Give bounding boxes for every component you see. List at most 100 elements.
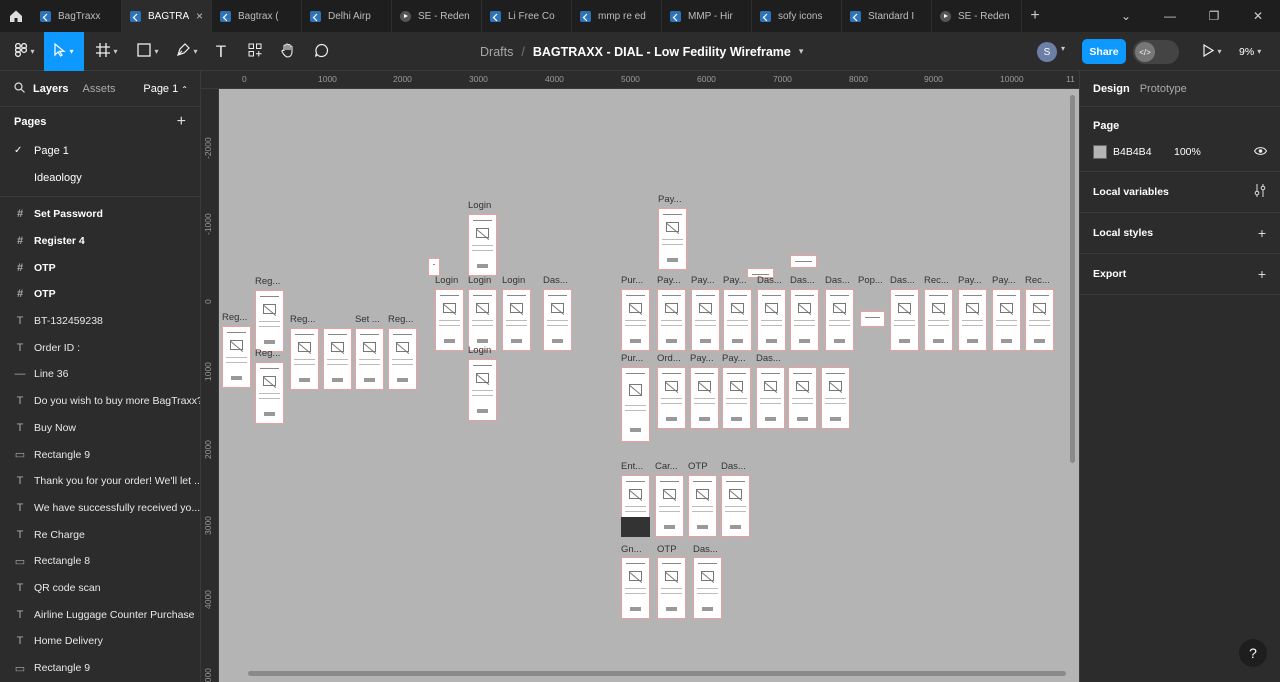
frame-label[interactable]: Pay... <box>722 353 746 364</box>
minimize-icon[interactable]: — <box>1148 0 1192 32</box>
frame-label[interactable]: Set ... <box>355 314 380 325</box>
new-tab-button[interactable]: + <box>1022 7 1048 25</box>
frame-label[interactable]: Pur... <box>621 275 643 286</box>
search-icon[interactable] <box>14 81 25 96</box>
wireframe-frame[interactable] <box>657 367 686 429</box>
layer-item[interactable]: T We have successfully received yo... <box>0 495 200 522</box>
wireframe-frame[interactable] <box>1025 289 1054 351</box>
wireframe-frame[interactable] <box>255 290 284 352</box>
layer-item[interactable]: T Re Charge <box>0 521 200 548</box>
frame-label[interactable]: Das... <box>756 353 781 364</box>
wireframe-frame[interactable] <box>693 557 722 619</box>
wireframe-frame[interactable] <box>924 289 953 351</box>
wireframe-frame[interactable] <box>958 289 987 351</box>
frame-label[interactable]: Login <box>502 275 525 286</box>
add-page-icon[interactable]: + <box>177 113 186 131</box>
wireframe-frame[interactable] <box>655 475 684 537</box>
frame-label[interactable]: Das... <box>543 275 568 286</box>
frame-tool-button[interactable]: ▾ <box>90 32 124 71</box>
main-menu-button[interactable]: ▾ <box>8 32 42 71</box>
frame-label[interactable]: Login <box>435 275 458 286</box>
layer-item[interactable]: # Set Password <box>0 201 200 228</box>
wireframe-frame[interactable] <box>690 367 719 429</box>
wireframe-frame[interactable] <box>323 328 352 390</box>
browser-tab[interactable]: MMP - Hir <box>662 0 752 32</box>
frame-label[interactable]: Das... <box>825 275 850 286</box>
frame-label[interactable]: Das... <box>790 275 815 286</box>
browser-tab[interactable]: Standard I <box>842 0 932 32</box>
popup-frame[interactable] <box>428 258 440 276</box>
wireframe-frame[interactable] <box>825 289 854 351</box>
wireframe-frame[interactable] <box>468 359 497 421</box>
layer-item[interactable]: T Buy Now <box>0 415 200 442</box>
layer-item[interactable]: T QR code scan <box>0 575 200 602</box>
design-tab[interactable]: Design <box>1093 83 1130 95</box>
eye-icon[interactable] <box>1253 145 1268 160</box>
wireframe-frame[interactable] <box>222 326 251 388</box>
frame-label[interactable]: Pay... <box>658 194 682 205</box>
assets-tab[interactable]: Assets <box>82 83 115 95</box>
pen-tool-button[interactable]: ▾ <box>170 32 204 71</box>
drafts-link[interactable]: Drafts <box>480 45 513 59</box>
frame-label[interactable]: Rec... <box>924 275 949 286</box>
frame-label[interactable]: Pay... <box>958 275 982 286</box>
wireframe-frame[interactable] <box>657 557 686 619</box>
frame-label[interactable]: Reg... <box>388 314 413 325</box>
layer-item[interactable]: # OTP <box>0 281 200 308</box>
chevron-down-icon[interactable]: ▾ <box>799 46 804 57</box>
page-color-hex[interactable]: B4B4B4 <box>1113 146 1152 158</box>
restore-icon[interactable]: ❐ <box>1192 0 1236 32</box>
frame-label[interactable]: Car... <box>655 461 678 472</box>
page-item[interactable]: Ideaology <box>0 164 200 191</box>
layer-item[interactable]: ▭ Rectangle 8 <box>0 548 200 575</box>
page-opacity[interactable]: 100% <box>1174 146 1201 158</box>
wireframe-frame[interactable] <box>468 214 497 276</box>
frame-label[interactable]: Reg... <box>290 314 315 325</box>
frame-label[interactable]: Das... <box>757 275 782 286</box>
local-variables-row[interactable]: Local variables <box>1080 172 1280 213</box>
frame-label[interactable]: Ent... <box>621 461 643 472</box>
wireframe-frame[interactable] <box>658 208 687 270</box>
layer-item[interactable]: — Line 36 <box>0 361 200 388</box>
browser-tab[interactable]: BAGTRAXX × <box>122 0 212 32</box>
close-tab-icon[interactable]: × <box>196 9 203 23</box>
plus-icon[interactable]: + <box>1258 225 1266 241</box>
browser-tab[interactable]: BagTraxx <box>32 0 122 32</box>
vertical-scrollbar[interactable] <box>1070 95 1075 463</box>
plus-icon[interactable]: + <box>1258 266 1266 282</box>
frame-label[interactable]: OTP <box>688 461 708 472</box>
wireframe-frame[interactable] <box>355 328 384 390</box>
frame-label[interactable]: OTP <box>657 544 677 555</box>
frame-label[interactable]: Das... <box>890 275 915 286</box>
browser-tab[interactable]: SE - Reden <box>392 0 482 32</box>
wireframe-frame[interactable] <box>721 475 750 537</box>
browser-tab[interactable]: Li Free Co <box>482 0 572 32</box>
frame-label[interactable]: Das... <box>721 461 746 472</box>
local-styles-row[interactable]: Local styles + <box>1080 213 1280 254</box>
layer-item[interactable]: T Airline Luggage Counter Purchase <box>0 601 200 628</box>
wireframe-frame[interactable] <box>621 289 650 351</box>
layer-item[interactable]: ▭ Rectangle 9 <box>0 441 200 468</box>
layer-item[interactable]: T Home Delivery <box>0 628 200 655</box>
wireframe-frame[interactable] <box>543 289 572 351</box>
browser-tab[interactable]: Delhi Airp <box>302 0 392 32</box>
chevron-down-icon[interactable]: ▾ <box>1061 44 1065 53</box>
frame-label[interactable]: Pop... <box>858 275 883 286</box>
layer-item[interactable]: ▭ Rectangle 9 <box>0 655 200 682</box>
zoom-menu[interactable]: 9% ▾ <box>1239 32 1261 71</box>
frame-label[interactable]: Pay... <box>992 275 1016 286</box>
wireframe-frame[interactable] <box>468 289 497 351</box>
wireframe-frame[interactable] <box>992 289 1021 351</box>
avatar[interactable]: S <box>1037 42 1057 62</box>
popup-frame[interactable] <box>790 255 817 268</box>
wireframe-frame[interactable] <box>290 328 319 390</box>
frame-label[interactable]: Login <box>468 275 491 286</box>
horizontal-scrollbar[interactable] <box>248 671 1066 676</box>
wireframe-frame[interactable] <box>723 289 752 351</box>
frame-label[interactable]: Pay... <box>723 275 747 286</box>
wireframe-frame[interactable] <box>691 289 720 351</box>
browser-tab[interactable]: SE - Reden <box>932 0 1022 32</box>
move-tool-button[interactable]: ▾ <box>44 32 84 71</box>
popup-frame[interactable] <box>860 311 885 327</box>
text-tool-button[interactable]: T <box>208 32 234 71</box>
